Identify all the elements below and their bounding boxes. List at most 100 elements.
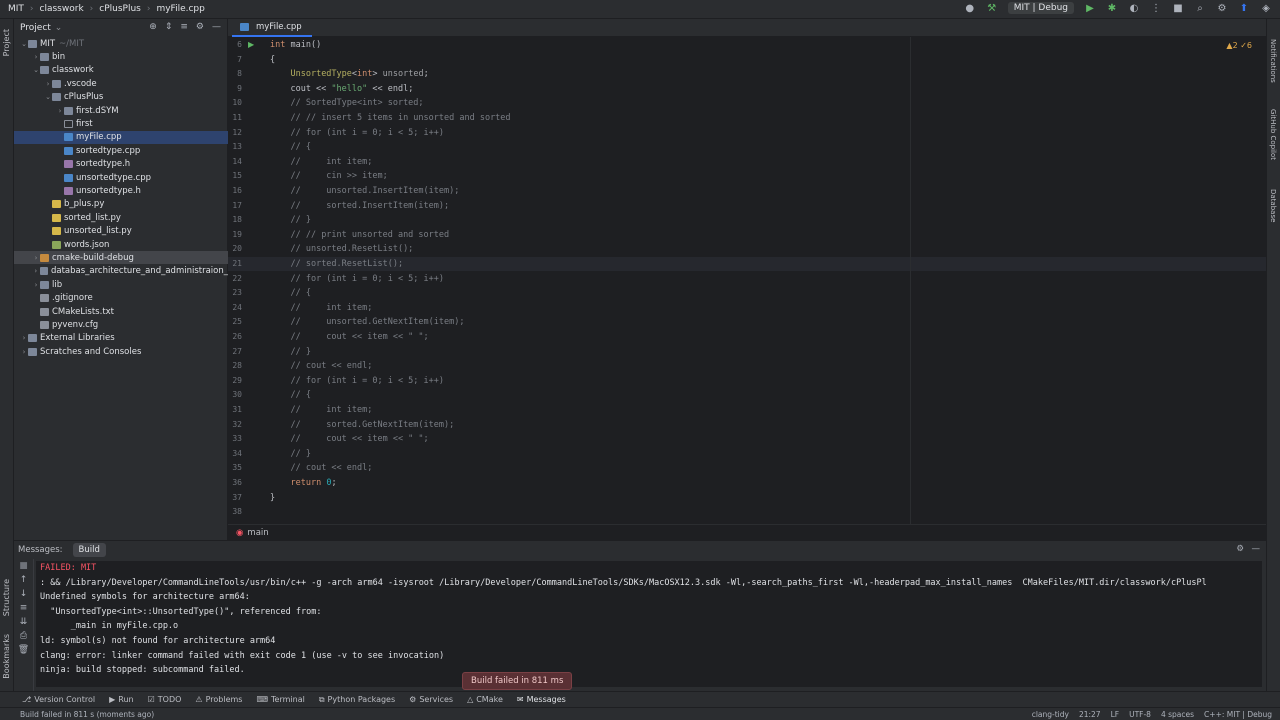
code-line[interactable]: // int item; xyxy=(270,157,372,167)
line-number[interactable]: 29 xyxy=(228,376,242,385)
breadcrumb-item-root[interactable]: MIT xyxy=(8,4,24,14)
project-tool-label[interactable]: Project xyxy=(2,29,11,56)
code-line[interactable]: // { xyxy=(270,288,310,298)
code-line[interactable]: // { xyxy=(270,390,310,400)
line-number[interactable]: 14 xyxy=(228,157,242,166)
update-icon[interactable]: ⬆ xyxy=(1238,2,1250,14)
line-number[interactable]: 24 xyxy=(228,303,242,312)
chevron-right-icon[interactable]: › xyxy=(32,53,40,61)
tool-button-run[interactable]: ▶ Run xyxy=(109,695,134,704)
code-line[interactable]: // // insert 5 items in unsorted and sor… xyxy=(270,113,510,123)
tree-item[interactable]: ⌄ classwork xyxy=(14,64,228,77)
tree-item[interactable]: unsorted_list.py xyxy=(14,225,228,238)
tool-button-python-packages[interactable]: ⧉ Python Packages xyxy=(319,695,395,705)
notifications-tool-label[interactable]: Notifications xyxy=(1269,39,1277,83)
tree-item[interactable]: myFile.cpp xyxy=(14,130,228,144)
line-number[interactable]: 13 xyxy=(228,142,242,151)
tree-item[interactable]: pyvenv.cfg xyxy=(14,318,228,331)
inspection-widget[interactable]: ▲2 ✓6 xyxy=(1226,41,1252,50)
profile-icon[interactable]: ◐ xyxy=(1128,2,1140,14)
database-tool-label[interactable]: Database xyxy=(1269,189,1277,222)
build-output-line[interactable]: ld: symbol(s) not found for architecture… xyxy=(40,636,275,646)
tool-button-version-control[interactable]: ⎇ Version Control xyxy=(22,695,95,704)
line-number[interactable]: 30 xyxy=(228,390,242,399)
build-output-line[interactable]: ninja: build stopped: subcommand failed. xyxy=(40,665,245,675)
scroll-to-end-icon[interactable]: ⇊ xyxy=(14,615,33,629)
line-number[interactable]: 26 xyxy=(228,332,242,341)
tree-item[interactable]: › first.dSYM xyxy=(14,104,228,117)
chevron-right-icon[interactable]: › xyxy=(32,267,40,275)
tree-item[interactable]: first xyxy=(14,117,228,130)
hide-icon[interactable]: — xyxy=(212,22,221,32)
code-line[interactable]: return 0; xyxy=(270,478,336,488)
line-number[interactable]: 8 xyxy=(228,69,242,78)
tree-item[interactable]: › databas_architecture_and_administraion_ xyxy=(14,265,228,278)
code-line[interactable]: { xyxy=(270,55,275,65)
code-editor[interactable]: 6 ▶ 7 8 9 10 11 12 13 14 15 16 17 18 19 20 21 22 23 24 25 26 2… xyxy=(228,37,1266,524)
build-output-line[interactable]: clang: error: linker command failed with… xyxy=(40,651,444,661)
code-line[interactable]: // unsorted.GetNextItem(item); xyxy=(270,317,464,327)
line-number[interactable]: 37 xyxy=(228,493,242,502)
stop-build-icon[interactable]: ■ xyxy=(14,559,33,573)
line-number[interactable]: 7 xyxy=(228,55,242,64)
run-icon[interactable]: ▶ xyxy=(1084,2,1096,14)
arrow-down-icon[interactable]: ↓ xyxy=(14,587,33,601)
chevron-right-icon[interactable]: › xyxy=(32,281,40,289)
tree-item[interactable]: › .vscode xyxy=(14,77,228,90)
user-icon[interactable]: ● xyxy=(964,2,976,14)
line-number[interactable]: 28 xyxy=(228,361,242,370)
code-line[interactable]: // cout << endl; xyxy=(270,463,372,473)
code-line[interactable]: int main() xyxy=(270,40,321,50)
tree-item[interactable]: .gitignore xyxy=(14,292,228,305)
status-encoding[interactable]: UTF-8 xyxy=(1129,710,1151,719)
code-line[interactable]: // cout << endl; xyxy=(270,361,372,371)
code-line[interactable]: // for (int i = 0; i < 5; i++) xyxy=(270,128,444,138)
code-line[interactable]: // for (int i = 0; i < 5; i++) xyxy=(270,274,444,284)
code-line[interactable]: // // print unsorted and sorted xyxy=(270,230,449,240)
chevron-right-icon[interactable]: › xyxy=(56,107,64,115)
chevron-down-icon[interactable]: ⌄ xyxy=(20,40,28,48)
code-line[interactable]: // SortedType<int> sorted; xyxy=(270,98,423,108)
line-number[interactable]: 32 xyxy=(228,420,242,429)
more-icon[interactable]: ⋮ xyxy=(1150,2,1162,14)
line-number[interactable]: 23 xyxy=(228,288,242,297)
line-number[interactable]: 31 xyxy=(228,405,242,414)
expand-all-icon[interactable]: ≡ xyxy=(180,22,188,32)
chevron-down-icon[interactable]: ⌄ xyxy=(32,66,40,74)
tree-item[interactable]: CMakeLists.txt xyxy=(14,305,228,318)
hide-icon[interactable]: — xyxy=(1252,544,1261,554)
tab-myfile-cpp[interactable]: myFile.cpp xyxy=(232,19,312,37)
code-line[interactable]: // for (int i = 0; i < 5; i++) xyxy=(270,376,444,386)
line-number[interactable]: 6 xyxy=(228,40,242,49)
line-number[interactable]: 10 xyxy=(228,98,242,107)
settings-icon[interactable]: ⚙ xyxy=(1236,544,1244,554)
code-line[interactable]: // int item; xyxy=(270,303,372,313)
search-icon[interactable]: ⌕ xyxy=(1194,2,1206,14)
tree-item[interactable]: › External Libraries xyxy=(14,332,228,345)
tree-item[interactable]: › Scratches and Consoles xyxy=(14,345,228,358)
code-line[interactable]: } xyxy=(270,493,275,503)
code-line[interactable]: // sorted.ResetList(); xyxy=(270,259,403,269)
line-number[interactable]: 16 xyxy=(228,186,242,195)
chevron-right-icon[interactable]: › xyxy=(32,254,40,262)
code-line[interactable]: // sorted.InsertItem(item); xyxy=(270,201,449,211)
collapse-all-icon[interactable]: ⇕ xyxy=(165,22,173,32)
line-number[interactable]: 25 xyxy=(228,317,242,326)
run-gutter-icon[interactable]: ▶ xyxy=(248,40,254,49)
line-number[interactable]: 20 xyxy=(228,244,242,253)
line-number[interactable]: 38 xyxy=(228,507,242,516)
line-number[interactable]: 34 xyxy=(228,449,242,458)
code-line[interactable]: // sorted.GetNextItem(item); xyxy=(270,420,454,430)
chevron-down-icon[interactable]: ⌄ xyxy=(44,93,52,101)
line-number[interactable]: 21 xyxy=(228,259,242,268)
tree-item[interactable]: words.json xyxy=(14,238,228,251)
code-line[interactable]: UnsortedType<int> unsorted; xyxy=(270,69,428,79)
structure-tool-label[interactable]: Structure xyxy=(2,579,11,616)
status-caret-position[interactable]: 21:27 xyxy=(1079,710,1101,719)
code-line[interactable]: // { xyxy=(270,142,310,152)
tree-item[interactable]: sortedtype.h xyxy=(14,158,228,171)
line-gutter[interactable]: 6 ▶ 7 8 9 10 11 12 13 14 15 16 17 18 19 20 21 22 23 24 25 26 2… xyxy=(228,37,268,524)
line-number[interactable]: 35 xyxy=(228,463,242,472)
breadcrumb-item-cplusplus[interactable]: cPlusPlus xyxy=(99,4,141,14)
trash-icon[interactable]: 🗑 xyxy=(14,643,33,657)
